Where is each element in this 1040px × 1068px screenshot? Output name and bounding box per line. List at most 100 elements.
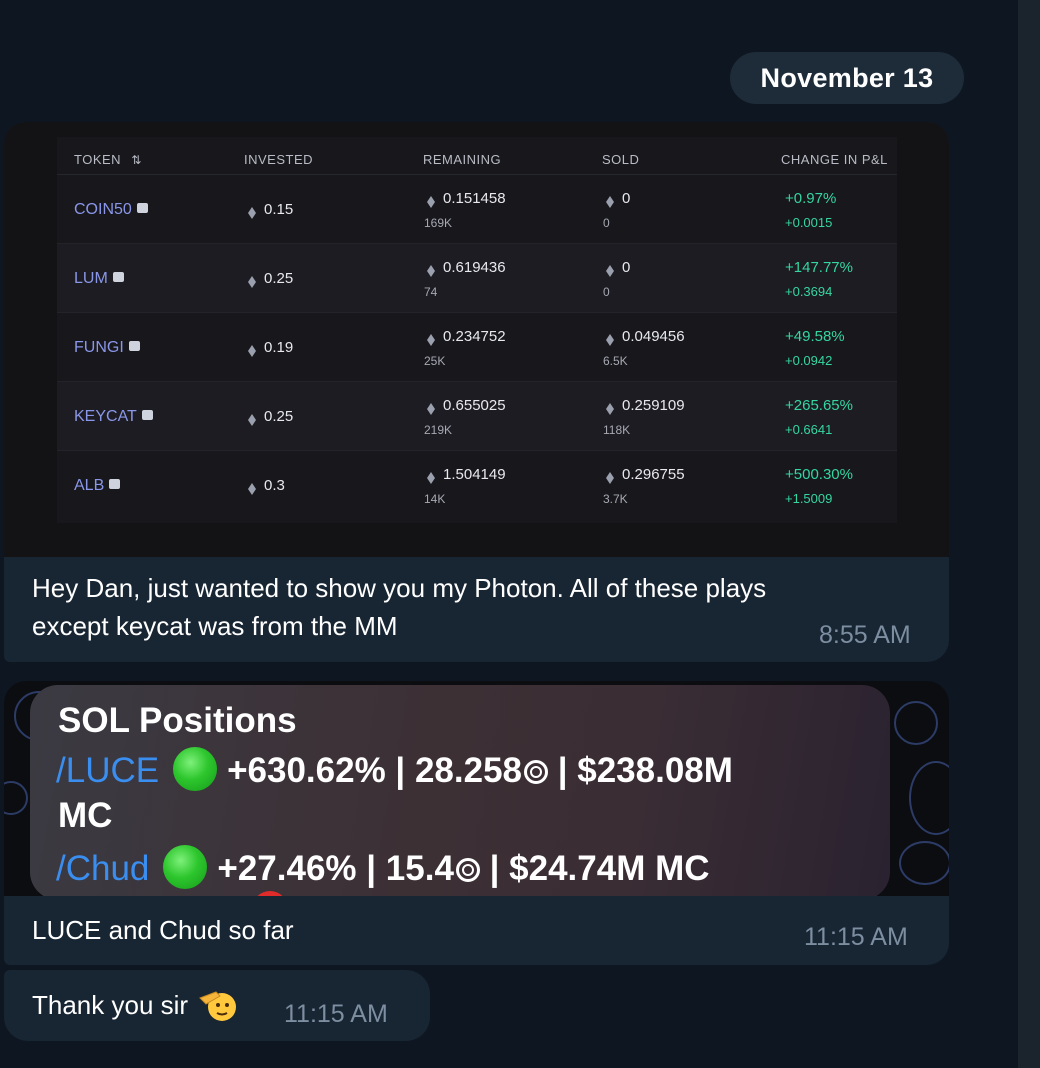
invested-value: 0.15 [248, 201, 293, 219]
sol-coin-icon [524, 760, 548, 784]
eth-icon [427, 472, 435, 484]
remaining-amount: 14K [424, 492, 446, 506]
table-row[interactable]: ALB 0.3 1.504149 14K 0.296755 3.7K +500.… [57, 451, 897, 520]
token-name[interactable]: FUNGI [74, 339, 140, 357]
sol-positions-image[interactable]: SOL Positions /LUCE +630.62% | 28.258 | $… [4, 681, 949, 896]
eth-icon [427, 196, 435, 208]
copy-icon[interactable] [141, 410, 153, 420]
pnl-percent: +500.30% [785, 466, 853, 483]
date-separator: November 13 [730, 52, 964, 104]
pnl-value: +1.5009 [785, 491, 833, 506]
token-name[interactable]: COIN50 [74, 201, 148, 219]
pnl-percent: +49.58% [785, 328, 845, 345]
table-row[interactable]: KEYCAT 0.25 0.655025 219K 0.259109 118K … [57, 382, 897, 451]
pnl-value: +0.0015 [785, 215, 833, 230]
message-time: 8:55 AM [819, 621, 911, 649]
header-remaining: REMAINING [423, 152, 502, 167]
remaining-amount: 25K [424, 354, 446, 368]
eth-icon [248, 276, 256, 288]
chud-link[interactable]: /Chud [56, 849, 149, 888]
invested-value: 0.3 [248, 477, 285, 495]
green-circle-icon [173, 747, 218, 791]
luce-link[interactable]: /LUCE [56, 751, 159, 790]
saluting-face-icon [199, 991, 237, 1021]
header-token[interactable]: TOKEN ⇅ [74, 152, 142, 167]
message-time: 11:15 AM [284, 1000, 388, 1028]
token-name[interactable]: LUM [74, 270, 124, 288]
sold-amount: 0 [603, 285, 610, 299]
background-doodle [894, 701, 938, 745]
copy-icon[interactable] [112, 272, 124, 282]
remaining-value: 0.619436 [427, 259, 506, 277]
message-text-line1: Hey Dan, just wanted to show you my Phot… [32, 573, 767, 603]
message-caption: LUCE and Chud so far [32, 915, 294, 945]
pnl-value: +0.0942 [785, 353, 833, 368]
positions-table: TOKEN ⇅ INVESTED REMAINING SOLD CHANGE I… [57, 137, 897, 523]
eth-icon [248, 207, 256, 219]
invested-value: 0.25 [248, 408, 293, 426]
pnl-value: +0.3694 [785, 284, 833, 299]
right-scroll-strip [1018, 0, 1040, 1068]
remaining-amount: 74 [424, 285, 438, 299]
header-change-pnl: CHANGE IN P&L [781, 152, 888, 167]
sol-positions-title: SOL Positions [58, 701, 297, 740]
remaining-amount: 219K [424, 423, 453, 437]
remaining-value: 1.504149 [427, 466, 506, 484]
position-line-luce: /LUCE +630.62% | 28.258 | $238.08M [56, 747, 733, 791]
sold-amount: 0 [603, 216, 610, 230]
sold-amount: 3.7K [603, 492, 628, 506]
position-line-wrap: MC [58, 796, 113, 835]
token-name[interactable]: KEYCAT [74, 408, 153, 426]
sold-value: 0.049456 [606, 328, 685, 346]
message-bubble-sol-positions[interactable]: SOL Positions /LUCE +630.62% | 28.258 | $… [4, 681, 949, 965]
pnl-percent: +265.65% [785, 397, 853, 414]
invested-value: 0.25 [248, 270, 293, 288]
sold-value: 0 [606, 259, 630, 277]
pnl-percent: +147.77% [785, 259, 853, 276]
background-doodle [899, 841, 949, 885]
background-doodle [4, 781, 28, 815]
eth-icon [606, 334, 614, 346]
sold-amount: 6.5K [603, 354, 628, 368]
pnl-percent: +0.97% [785, 190, 837, 207]
table-row[interactable]: COIN50 0.15 0.151458 169K 0 0 +0.97% +0.… [57, 175, 897, 244]
sold-value: 0.259109 [606, 397, 685, 415]
red-circle-icon [252, 891, 288, 896]
token-name[interactable]: ALB [74, 477, 121, 495]
sol-coin-icon [455, 858, 480, 882]
eth-icon [427, 334, 435, 346]
sold-value: 0.296755 [606, 466, 685, 484]
message-bubble-thanks[interactable]: Thank you sir 11:15 AM [4, 970, 430, 1041]
sort-arrows-icon[interactable]: ⇅ [131, 153, 142, 167]
eth-icon [606, 472, 614, 484]
table-row[interactable]: LUM 0.25 0.619436 74 0 0 +147.77% +0.369… [57, 244, 897, 313]
copy-icon[interactable] [136, 203, 148, 213]
copy-icon[interactable] [128, 341, 140, 351]
sold-value: 0 [606, 190, 630, 208]
eth-icon [427, 403, 435, 415]
eth-icon [248, 414, 256, 426]
message-time: 11:15 AM [804, 923, 908, 951]
message-text-line2: except keycat was from the MM [32, 611, 398, 641]
eth-icon [606, 265, 614, 277]
copy-icon[interactable] [109, 479, 121, 489]
eth-icon [606, 196, 614, 208]
invested-value: 0.19 [248, 339, 293, 357]
remaining-value: 0.655025 [427, 397, 506, 415]
pnl-value: +0.6641 [785, 422, 833, 437]
photon-table-image[interactable]: TOKEN ⇅ INVESTED REMAINING SOLD CHANGE I… [4, 122, 949, 557]
message-bubble-photon[interactable]: TOKEN ⇅ INVESTED REMAINING SOLD CHANGE I… [4, 122, 949, 662]
green-circle-icon [163, 845, 208, 889]
sold-amount: 118K [603, 423, 631, 437]
background-doodle [909, 761, 949, 835]
eth-icon [427, 265, 435, 277]
positions-card: SOL Positions /LUCE +630.62% | 28.258 | $… [30, 685, 890, 896]
eth-icon [606, 403, 614, 415]
position-line-chud: /Chud +27.46% | 15.4 | $24.74M MC [56, 845, 710, 889]
eth-icon [248, 345, 256, 357]
message-text: Thank you sir [32, 986, 238, 1024]
header-sold: SOLD [602, 152, 640, 167]
remaining-value: 0.151458 [427, 190, 506, 208]
table-row[interactable]: FUNGI 0.19 0.234752 25K 0.049456 6.5K +4… [57, 313, 897, 382]
eth-icon [248, 483, 256, 495]
